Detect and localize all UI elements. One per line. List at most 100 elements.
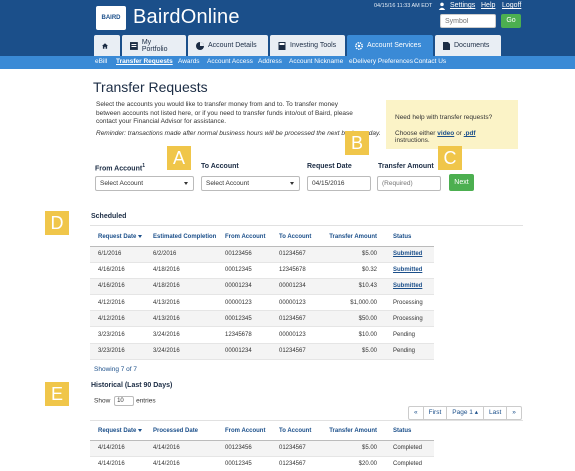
help-text: instructions. [395, 137, 430, 144]
cell-status[interactable]: Submitted [385, 278, 434, 296]
cell-status[interactable]: Submitted [385, 262, 434, 279]
cell-to-account: 01234567 [271, 440, 321, 457]
baird-logo[interactable]: BAIRD [96, 6, 126, 30]
table-row: 3/23/2016 3/24/2016 00001234 01234567 $5.00 P… [90, 343, 434, 360]
table-header-row: Request Date Processed Date From Account… [90, 422, 434, 441]
cell-amount: $1,000.00 [321, 294, 385, 312]
table-row: 4/12/2016 4/13/2016 00012345 01234567 $50.00… [90, 310, 434, 328]
col-to-account[interactable]: To Account [271, 422, 321, 441]
cell-amount: $20.00 [321, 456, 385, 471]
cell-status: Processing [385, 310, 434, 328]
annotation-badge-e: E [45, 382, 69, 406]
pdf-link[interactable]: .pdf [464, 130, 476, 137]
video-link[interactable]: video [437, 130, 454, 137]
col-from-account[interactable]: From Account [217, 228, 271, 247]
select-value: Select Account [206, 180, 249, 187]
subnav-transfer-requests[interactable]: Transfer Requests [116, 58, 173, 65]
subnav-contact-us[interactable]: Contact Us [414, 58, 446, 65]
cell-date: 4/14/2016 [145, 440, 217, 457]
col-request-date[interactable]: Request Date [90, 228, 145, 247]
to-account-label: To Account [201, 163, 239, 170]
page-label: Page [452, 409, 468, 416]
tab-label: Account Services [367, 42, 422, 49]
col-transfer-amount[interactable]: Transfer Amount [321, 422, 385, 441]
from-account-select[interactable]: Select Account [95, 176, 194, 191]
entries-label: entries [136, 397, 156, 405]
annotation-badge-c: C [438, 146, 462, 170]
subnav-address[interactable]: Address [258, 58, 282, 65]
cell-status: Pending [385, 343, 434, 360]
col-transfer-amount[interactable]: Transfer Amount [321, 228, 385, 247]
col-status[interactable]: Status [385, 228, 434, 247]
tab-investing-tools[interactable]: Investing Tools [270, 35, 345, 56]
cell-from-account: 00123456 [217, 246, 271, 263]
tab-account-details[interactable]: Account Details [188, 35, 268, 56]
cell-date: 4/14/2016 [145, 456, 217, 471]
next-button[interactable]: Next [449, 174, 474, 191]
col-request-date[interactable]: Request Date [90, 422, 145, 441]
to-account-select[interactable]: Select Account [201, 176, 300, 191]
page-size-select[interactable]: 10 [114, 396, 135, 406]
cell-to-account: 01234567 [271, 310, 321, 328]
cell-amount: $5.00 [321, 343, 385, 360]
next-page-button[interactable]: » [507, 407, 521, 419]
divider [90, 225, 523, 226]
last-page-button[interactable]: Last [484, 407, 508, 419]
subnav-awards[interactable]: Awards [178, 58, 200, 65]
pie-chart-icon [196, 41, 204, 50]
subnav-account-access[interactable]: Account Access [207, 58, 253, 65]
table-row: 6/1/2016 6/2/2016 00123456 01234567 $5.00 Sub… [90, 246, 434, 263]
cell-from-account: 00000123 [217, 294, 271, 312]
tab-documents[interactable]: Documents [435, 35, 501, 56]
scheduled-title: Scheduled [91, 213, 127, 220]
tab-account-services[interactable]: Account Services [347, 35, 433, 56]
tab-home[interactable] [94, 35, 120, 56]
cell-status: Processing [385, 294, 434, 312]
home-icon [102, 42, 108, 49]
cell-request-date: 6/1/2016 [90, 246, 145, 263]
col-processed-date[interactable]: Processed Date [145, 422, 217, 441]
page-selector[interactable]: Page 1 ▴ [447, 407, 484, 419]
cell-amount: $10.00 [321, 326, 385, 344]
tab-my-portfolio[interactable]: My Portfolio [122, 35, 186, 56]
chevron-down-icon [290, 182, 294, 185]
brand-name: BairdOnline [133, 6, 240, 28]
cell-amount: $10.43 [321, 278, 385, 296]
subnav-edelivery-preferences[interactable]: eDelivery Preferences [349, 58, 413, 65]
help-link[interactable]: Help [481, 2, 495, 9]
col-status[interactable]: Status [385, 422, 434, 441]
cell-from-account: 12345678 [217, 326, 271, 344]
cell-amount: $5.00 [321, 440, 385, 457]
cell-to-account: 00000123 [271, 326, 321, 344]
showing-count: Showing 7 of 7 [94, 366, 138, 373]
prev-page-button[interactable]: « [409, 407, 424, 419]
subnav-account-nickname[interactable]: Account Nickname [289, 58, 343, 65]
cell-request-date: 3/23/2016 [90, 326, 145, 344]
go-button[interactable]: Go [501, 14, 521, 28]
subnav-ebill[interactable]: eBill [95, 58, 107, 65]
first-page-button[interactable]: First [424, 407, 448, 419]
cell-status[interactable]: Submitted [385, 246, 434, 263]
request-date-input[interactable]: 04/15/2016 [307, 176, 371, 191]
header-text: Request Date [98, 233, 137, 240]
col-to-account[interactable]: To Account [271, 228, 321, 247]
cell-to-account: 00000123 [271, 294, 321, 312]
cell-status: Completed [385, 440, 434, 457]
col-from-account[interactable]: From Account [217, 422, 271, 441]
tab-label: Account Details [208, 42, 257, 49]
page-title: Transfer Requests [93, 79, 208, 95]
symbol-search-input[interactable] [440, 14, 496, 28]
cell-request-date: 3/23/2016 [90, 343, 145, 360]
cell-request-date: 4/16/2016 [90, 278, 145, 296]
historical-title: Historical (Last 90 Days) [91, 382, 173, 389]
request-date-label: Request Date [307, 163, 352, 170]
cell-from-account: 00001234 [217, 343, 271, 360]
document-icon [443, 41, 450, 50]
annotation-badge-b: B [345, 131, 369, 155]
logoff-link[interactable]: Logoff [502, 2, 521, 9]
cell-to-account: 01234567 [271, 456, 321, 471]
col-estimated-completion[interactable]: Estimated Completion [145, 228, 217, 247]
cell-to-account: 01234567 [271, 343, 321, 360]
transfer-amount-input[interactable] [377, 176, 441, 191]
settings-link[interactable]: Settings [450, 2, 475, 9]
